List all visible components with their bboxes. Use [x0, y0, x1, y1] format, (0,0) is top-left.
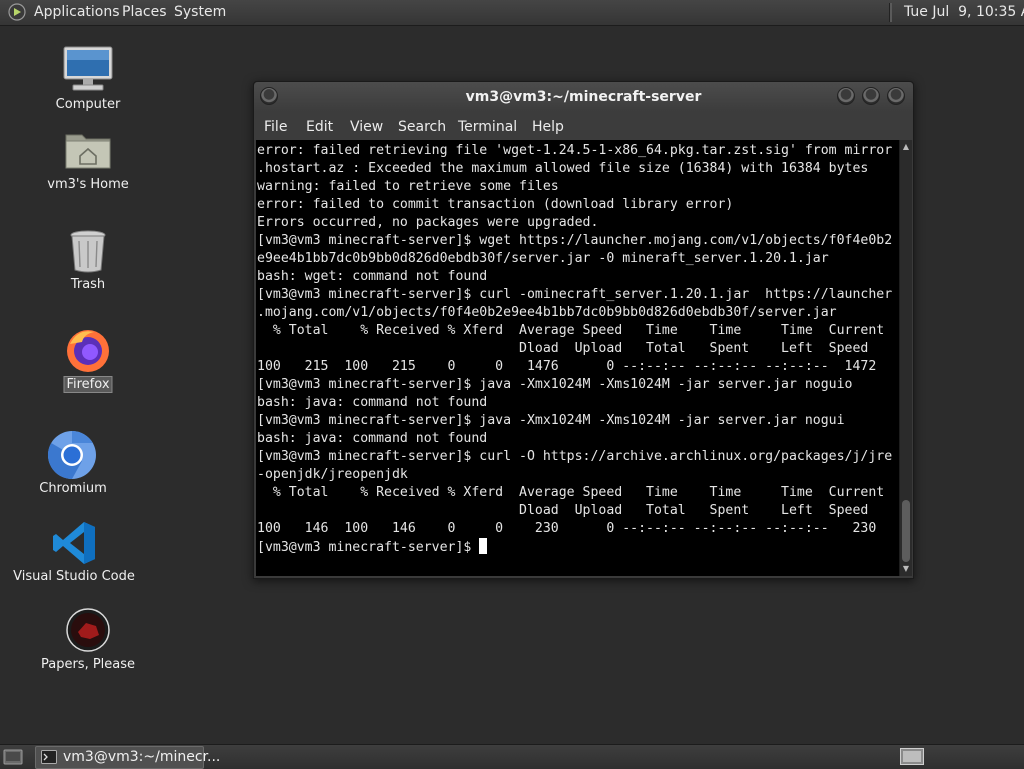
terminal-line: .mojang.com/v1/objects/f0f4e0b2e9ee4b1bb… [257, 305, 837, 320]
scroll-down-icon[interactable]: ▼ [901, 564, 911, 574]
terminal-line: 100 215 100 215 0 0 1476 0 --:--:-- --:-… [257, 359, 877, 374]
papers-please-icon [66, 608, 110, 652]
terminal-line: Dload Upload Total Spent Left Speed [257, 503, 869, 518]
computer-icon [63, 46, 113, 91]
terminal-menubar: File Edit View Search Terminal Help [254, 112, 913, 140]
desktop-icon-label: Trash [70, 277, 106, 292]
show-desktop-icon[interactable] [3, 748, 23, 766]
terminal-output[interactable]: error: failed retrieving file 'wget-1.24… [256, 140, 899, 576]
menu-places[interactable]: Places [122, 4, 167, 20]
terminal-line: % Total % Received % Xferd Average Speed… [257, 485, 885, 500]
menu-applications[interactable]: Applications [34, 4, 120, 20]
menu-system[interactable]: System [174, 4, 226, 20]
taskbar-button-label: vm3@vm3:~/minecr... [63, 749, 221, 765]
workspace-switcher-icon[interactable] [900, 748, 924, 765]
menu-file[interactable]: File [264, 119, 287, 135]
menu-edit[interactable]: Edit [306, 119, 333, 135]
terminal-line: [vm3@vm3 minecraft-server]$ curl -O http… [257, 449, 893, 464]
terminal-line: bash: java: command not found [257, 431, 488, 446]
terminal-line: e9ee4b1bb7dc0b9bb0d826d0ebdb30f/server.j… [257, 251, 829, 266]
menu-view[interactable]: View [350, 119, 383, 135]
menu-help[interactable]: Help [532, 119, 564, 135]
terminal-line: [vm3@vm3 minecraft-server]$ java -Xmx102… [257, 413, 845, 428]
terminal-line: error: failed to commit transaction (dow… [257, 197, 734, 212]
terminal-icon [41, 750, 57, 764]
trash-icon [70, 230, 106, 273]
terminal-line: [vm3@vm3 minecraft-server]$ java -Xmx102… [257, 377, 853, 392]
terminal-scrollbar[interactable]: ▲ ▼ [899, 140, 912, 576]
terminal-line: 100 146 100 146 0 0 230 0 --:--:-- --:--… [257, 521, 877, 536]
close-button[interactable] [887, 87, 905, 105]
clock[interactable]: Tue Jul 9, 10:35 AM [904, 4, 1024, 20]
chromium-icon [47, 431, 96, 479]
terminal-line: warning: failed to retrieve some files [257, 179, 559, 194]
terminal-line: .hostart.az : Exceeded the maximum allow… [257, 161, 869, 176]
taskbar-button-terminal[interactable]: vm3@vm3:~/minecr... [35, 746, 220, 769]
terminal-line: [vm3@vm3 minecraft-server]$ curl -ominec… [257, 287, 893, 302]
top-panel: Applications Places System Tue Jul 9, 10… [0, 0, 1024, 26]
terminal-line: Errors occurred, no packages were upgrad… [257, 215, 599, 230]
menu-search[interactable]: Search [398, 119, 446, 135]
home-folder-icon [65, 134, 111, 169]
desktop-icon-label: Chromium [39, 481, 107, 496]
minimize-button[interactable] [837, 87, 855, 105]
firefox-icon [67, 330, 109, 372]
applications-menu-icon[interactable] [8, 3, 26, 21]
scroll-up-icon[interactable]: ▲ [901, 142, 911, 152]
window-titlebar[interactable]: vm3@vm3:~/minecraft-server [254, 82, 913, 112]
desktop-icon-label: vm3's Home [47, 177, 129, 192]
terminal-line: Dload Upload Total Spent Left Speed [257, 341, 869, 356]
terminal-line: bash: wget: command not found [257, 269, 488, 284]
terminal-line: bash: java: command not found [257, 395, 488, 410]
bottom-panel: vm3@vm3:~/minecr... [0, 744, 1024, 769]
window-title: vm3@vm3:~/minecraft-server [465, 89, 702, 105]
panel-separator [889, 3, 892, 22]
terminal-line: % Total % Received % Xferd Average Speed… [257, 323, 885, 338]
terminal-prompt: [vm3@vm3 minecraft-server]$ [257, 540, 480, 555]
text-cursor [479, 538, 488, 554]
menu-terminal[interactable]: Terminal [458, 119, 517, 135]
desktop-icon-label: Computer [55, 97, 121, 112]
maximize-button[interactable] [862, 87, 880, 105]
desktop-icon-label: Visual Studio Code [13, 569, 135, 584]
terminal-line: [vm3@vm3 minecraft-server]$ wget https:/… [257, 233, 893, 248]
desktop-icon-label: Firefox [63, 376, 113, 393]
scrollbar-thumb[interactable] [902, 500, 910, 562]
terminal-line: -openjdk/jreopenjdk [257, 467, 408, 482]
terminal-text: error: failed retrieving file 'wget-1.24… [256, 140, 899, 557]
terminal-window[interactable]: vm3@vm3:~/minecraft-server File Edit Vie… [253, 81, 914, 579]
desktop-icon-label: Papers, Please [40, 657, 136, 672]
vscode-icon [53, 522, 95, 564]
terminal-line: error: failed retrieving file 'wget-1.24… [257, 143, 893, 158]
